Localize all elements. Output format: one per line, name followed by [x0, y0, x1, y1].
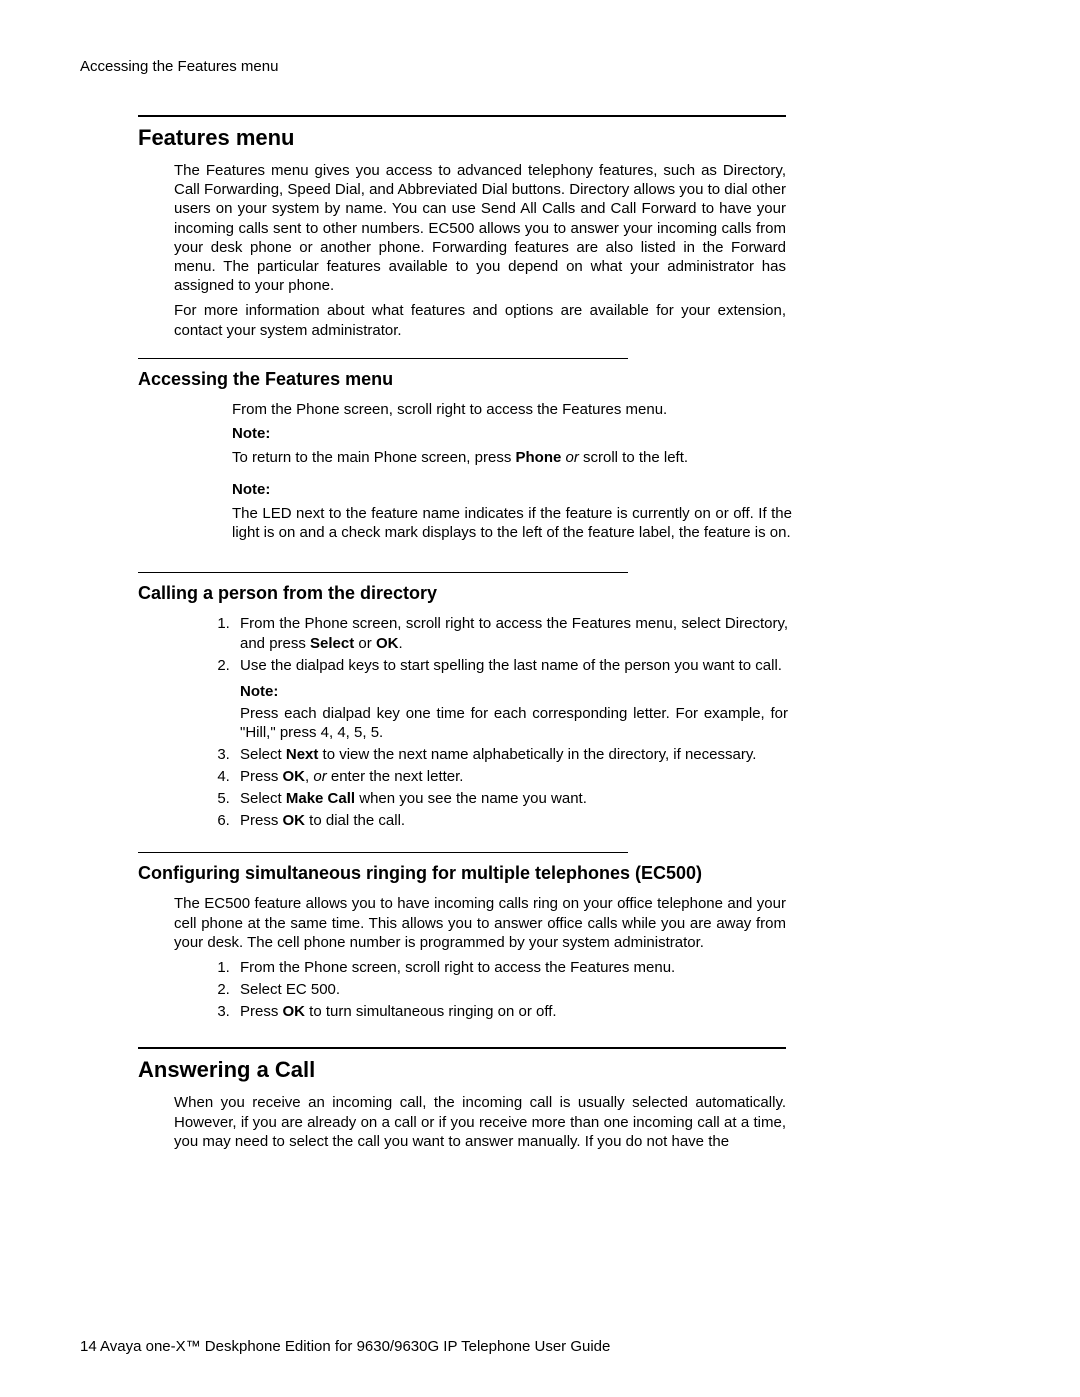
running-head: Accessing the Features menu: [80, 58, 1000, 75]
text: to dial the call.: [305, 812, 405, 829]
list-item: Select Next to view the next name alphab…: [234, 745, 788, 765]
text-italic: or: [313, 768, 331, 785]
note-label: Note:: [232, 425, 792, 442]
list-item: Select EC 500.: [234, 980, 788, 1000]
paragraph: When you receive an incoming call, the i…: [174, 1093, 786, 1151]
ordered-list: From the Phone screen, scroll right to a…: [208, 958, 788, 1021]
text-bold: Next: [286, 746, 319, 763]
subsection-heading-ec500: Configuring simultaneous ringing for mul…: [138, 863, 786, 884]
subsection-heading-calling-directory: Calling a person from the directory: [138, 583, 786, 604]
body-block: The EC500 feature allows you to have inc…: [174, 894, 786, 952]
text-bold: OK: [283, 768, 306, 785]
text: Press: [240, 1003, 283, 1020]
subsection-rule: [138, 572, 628, 573]
section-heading-answering-call: Answering a Call: [138, 1057, 786, 1083]
list-item: Select Make Call when you see the name y…: [234, 789, 788, 809]
text-bold: OK: [283, 1003, 306, 1020]
text: To return to the main Phone screen, pres…: [232, 449, 515, 466]
note-label: Note:: [240, 682, 788, 702]
text: .: [398, 635, 402, 652]
subsection-rule: [138, 358, 628, 359]
note-label: Note:: [232, 481, 792, 498]
content-column: Features menu The Features menu gives yo…: [138, 115, 786, 1151]
list-item: From the Phone screen, scroll right to a…: [234, 614, 788, 654]
section-rule: [138, 1047, 786, 1049]
step-block: From the Phone screen, scroll right to a…: [232, 400, 792, 543]
paragraph: The EC500 feature allows you to have inc…: [174, 894, 786, 952]
paragraph: The Features menu gives you access to ad…: [174, 161, 786, 295]
body-block: The Features menu gives you access to ad…: [174, 161, 786, 340]
list-item: Press OK to dial the call.: [234, 811, 788, 831]
text-bold: Make Call: [286, 790, 355, 807]
note-text: The LED next to the feature name indicat…: [232, 504, 792, 542]
text: scroll to the left.: [583, 449, 688, 466]
text: when you see the name you want.: [355, 790, 587, 807]
text: Select: [240, 746, 286, 763]
body-block: When you receive an incoming call, the i…: [174, 1093, 786, 1151]
section-rule: [138, 115, 786, 117]
paragraph: From the Phone screen, scroll right to a…: [232, 400, 792, 419]
text: Press: [240, 768, 283, 785]
text: Press: [240, 812, 283, 829]
subsection-rule: [138, 852, 628, 853]
list-item: Press OK to turn simultaneous ringing on…: [234, 1002, 788, 1022]
text: enter the next letter.: [331, 768, 464, 785]
footer-text: Avaya one-X™ Deskphone Edition for 9630/…: [97, 1338, 611, 1355]
paragraph: For more information about what features…: [174, 301, 786, 339]
text-bold: Phone: [515, 449, 561, 466]
subsection-heading-accessing: Accessing the Features menu: [138, 369, 786, 390]
ordered-list: From the Phone screen, scroll right to a…: [208, 614, 788, 830]
page-number: 14: [80, 1338, 97, 1355]
text-bold: Select: [310, 635, 354, 652]
page: Accessing the Features menu Features men…: [0, 0, 1080, 1397]
text: Use the dialpad keys to start spelling t…: [240, 657, 782, 674]
list-item: From the Phone screen, scroll right to a…: [234, 958, 788, 978]
section-heading-features-menu: Features menu: [138, 125, 786, 151]
text: Select: [240, 790, 286, 807]
step-block: From the Phone screen, scroll right to a…: [208, 614, 788, 830]
note-text: Press each dialpad key one time for each…: [240, 704, 788, 744]
page-footer: 14 Avaya one-X™ Deskphone Edition for 96…: [80, 1338, 610, 1355]
text-bold: OK: [283, 812, 306, 829]
list-item: Use the dialpad keys to start spelling t…: [234, 656, 788, 743]
text: to turn simultaneous ringing on or off.: [305, 1003, 557, 1020]
step-block: From the Phone screen, scroll right to a…: [208, 958, 788, 1021]
note-text: To return to the main Phone screen, pres…: [232, 448, 792, 467]
text: to view the next name alphabetically in …: [318, 746, 756, 763]
text-italic: or: [561, 449, 583, 466]
text: or: [354, 635, 376, 652]
list-item: Press OK, or enter the next letter.: [234, 767, 788, 787]
text-bold: OK: [376, 635, 399, 652]
